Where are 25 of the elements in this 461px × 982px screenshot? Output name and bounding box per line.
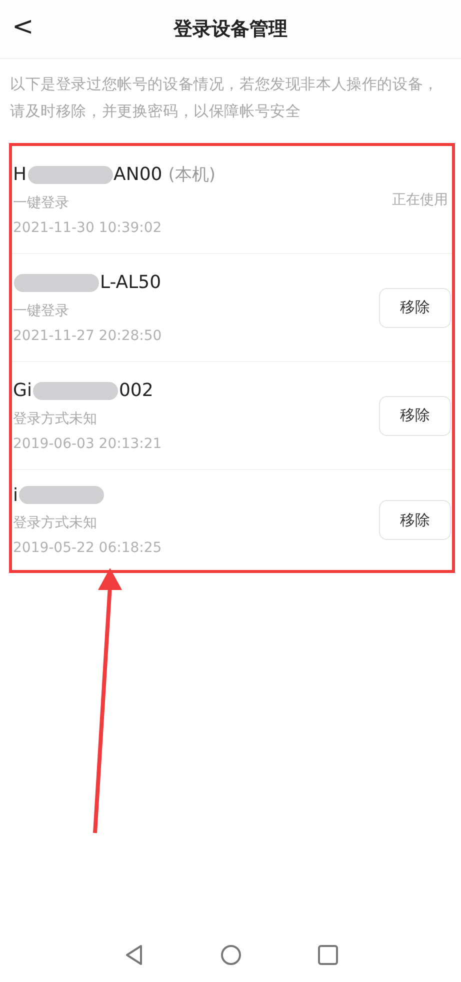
remove-button[interactable]: 移除 [379, 288, 451, 328]
device-name: 002 [118, 380, 154, 401]
login-method: 登录方式未知 [13, 514, 98, 533]
login-method: 一键登录 [13, 302, 70, 320]
login-time: 2019-05-22 06:18:25 [13, 539, 162, 558]
login-time: 2021-11-27 20:28:50 [13, 326, 162, 346]
back-button[interactable]: < [12, 12, 34, 42]
remove-button[interactable]: 移除 [379, 396, 451, 436]
back-nav-icon[interactable] [124, 944, 144, 966]
device-name: L-AL50 [100, 272, 162, 293]
page-title: 登录设备管理 [174, 17, 288, 42]
home-nav-icon[interactable] [220, 944, 242, 966]
login-method: 一键登录 [13, 194, 70, 212]
notice-text: 以下是登录过您帐号的设备情况，若您发现非本人操作的设备，请及时移除，并更换密码，以保障帐号安全 [10, 74, 440, 122]
device-name: AN00 [114, 164, 162, 185]
device-name: H [13, 164, 27, 185]
remove-button[interactable]: 移除 [379, 500, 451, 540]
in-use-status: 正在使用 [392, 190, 448, 208]
device-name: i [13, 484, 18, 506]
login-method: 登录方式未知 [13, 410, 98, 428]
current-device-tag: (本机) [168, 163, 216, 186]
login-time: 2021-11-30 10:39:02 [13, 218, 163, 238]
device-name: Gi [13, 380, 32, 401]
login-time: 2019-06-03 20:13:21 [13, 434, 162, 454]
recents-nav-icon[interactable] [318, 945, 338, 965]
